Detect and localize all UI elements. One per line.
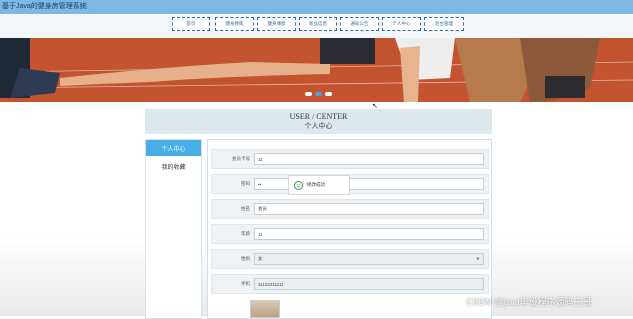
top-bar: 基于Java的健身房管理系统 <box>0 0 633 14</box>
nav-item-course[interactable]: 健身课程 <box>257 17 296 31</box>
user-center-header: USER / CENTER 个人中心 <box>145 109 492 134</box>
carousel-dot[interactable] <box>325 92 332 96</box>
form-row-gender: 性别 女 ▾ <box>211 249 489 269</box>
form-row-password: 密码 •• <box>211 174 489 194</box>
field-label: 性别 <box>241 256 250 261</box>
nav-item-coach[interactable]: 健身教练 <box>215 17 254 31</box>
form-row-card-number: 会员卡号 11 <box>211 149 489 169</box>
avatar[interactable] <box>250 300 280 318</box>
nav-item-products[interactable]: 新品信息 <box>299 17 337 31</box>
carousel-dot-active[interactable] <box>315 92 322 96</box>
form-row-name: 姓名 会员 <box>211 199 489 219</box>
nav-item-home[interactable]: 首页 <box>172 17 210 31</box>
toast-message: 修改成功 <box>307 182 325 187</box>
smile-icon <box>294 180 303 190</box>
field-label: 手机 <box>241 281 250 286</box>
sidebar-item-user-center[interactable]: 个人中心 <box>146 140 201 156</box>
main-nav: 首页 健身教练 健身课程 新品信息 通知公告 个人中心 后台管理 <box>0 14 633 38</box>
nav-item-admin[interactable]: 后台管理 <box>424 17 464 31</box>
profile-form: 会员卡号 11 密码 •• 姓名 会员 年龄 11 性别 女 ▾ 手机 1112… <box>207 139 492 319</box>
carousel-dot[interactable] <box>305 92 312 96</box>
sidebar-menu: 个人中心 我的收藏 <box>145 139 202 319</box>
watermark: CSDN @java毕设程序源码王哥 <box>466 297 592 307</box>
field-label: 会员卡号 <box>232 156 250 161</box>
age-input[interactable]: 11 <box>254 228 484 240</box>
carousel-indicators <box>305 92 332 96</box>
chevron-down-icon: ▾ <box>476 256 479 261</box>
success-toast: 修改成功 <box>288 175 350 195</box>
gender-select[interactable]: 女 ▾ <box>254 253 484 265</box>
gender-select-value: 女 <box>258 256 263 261</box>
field-label: 密码 <box>241 181 250 186</box>
header-title-en: USER / CENTER <box>289 112 348 121</box>
sidebar-item-favorites[interactable]: 我的收藏 <box>146 158 201 174</box>
form-row-phone: 手机 11122211111 <box>211 274 489 294</box>
phone-input[interactable]: 11122211111 <box>254 278 484 290</box>
app-title: 基于Java的健身房管理系统 <box>2 3 87 10</box>
nav-item-user-center[interactable]: 个人中心 <box>382 17 421 31</box>
name-input[interactable]: 会员 <box>254 203 484 215</box>
card-number-input[interactable]: 11 <box>254 153 484 165</box>
header-title-cn: 个人中心 <box>304 123 333 130</box>
nav-item-notice[interactable]: 通知公告 <box>340 17 379 31</box>
field-label: 姓名 <box>241 206 250 211</box>
field-label: 年龄 <box>241 231 250 236</box>
form-row-age: 年龄 11 <box>211 224 489 244</box>
